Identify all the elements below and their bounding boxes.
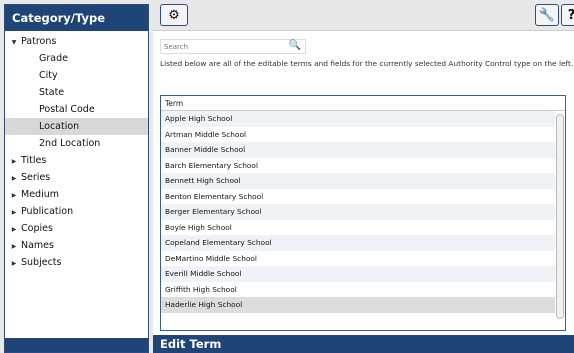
tree-item-medium[interactable]: ▶ Medium bbox=[5, 186, 148, 203]
category-sidebar: Category/Type ▼ Patrons Grade City State … bbox=[4, 4, 149, 353]
tree-item-label: City bbox=[39, 70, 58, 81]
help-icon: ? bbox=[568, 8, 574, 23]
chevron-down-icon[interactable]: ▼ bbox=[7, 34, 21, 51]
tree-item-label: Series bbox=[21, 172, 51, 183]
table-row[interactable]: Copeland Elementary School bbox=[161, 235, 555, 251]
tree-item-label: State bbox=[39, 87, 65, 98]
edit-term-header: Edit Term bbox=[153, 335, 574, 353]
chevron-right-icon[interactable]: ▶ bbox=[7, 255, 21, 272]
tree-item-series[interactable]: ▶ Series bbox=[5, 169, 148, 186]
search-box[interactable]: 🔍 bbox=[160, 39, 306, 54]
table-row[interactable]: Apple High School bbox=[161, 111, 555, 127]
table-row[interactable]: Barch Elementary School bbox=[161, 158, 555, 174]
tree-item-label: Postal Code bbox=[39, 104, 95, 115]
tree-item-label: Subjects bbox=[21, 257, 62, 268]
settings-button[interactable]: ⚙ bbox=[160, 4, 188, 26]
chevron-right-icon[interactable]: ▶ bbox=[7, 238, 21, 255]
tree-item-label: Publication bbox=[21, 206, 74, 217]
main-panel: 🔍 Listed below are all of the editable t… bbox=[153, 30, 574, 335]
tree-item-label: Patrons bbox=[21, 36, 57, 47]
table-row[interactable]: DeMartino Middle School bbox=[161, 251, 555, 267]
chevron-right-icon[interactable]: ▶ bbox=[7, 153, 21, 170]
tree-item-grade[interactable]: Grade bbox=[5, 50, 148, 67]
terms-list: Apple High School Artman Middle School B… bbox=[161, 111, 555, 313]
tree-item-label: Copies bbox=[21, 223, 53, 234]
sidebar-title: Category/Type bbox=[5, 5, 148, 31]
tree-item-titles[interactable]: ▶ Titles bbox=[5, 152, 148, 169]
chevron-right-icon[interactable]: ▶ bbox=[7, 204, 21, 221]
tree-item-label: 2nd Location bbox=[39, 138, 101, 149]
tree-item-2nd-location[interactable]: 2nd Location bbox=[5, 135, 148, 152]
wrench-icon: 🔧 bbox=[538, 7, 556, 23]
search-input[interactable] bbox=[161, 40, 286, 53]
table-row-selected[interactable]: Haderlie High School bbox=[161, 297, 555, 313]
tree-item-label: Location bbox=[39, 121, 80, 132]
description-text: Listed below are all of the editable ter… bbox=[160, 59, 574, 68]
tree-item-names[interactable]: ▶ Names bbox=[5, 237, 148, 254]
tree-item-copies[interactable]: ▶ Copies bbox=[5, 220, 148, 237]
tree-item-label: Names bbox=[21, 240, 54, 251]
tree-item-location[interactable]: Location bbox=[5, 118, 148, 135]
grid-scrollbar[interactable] bbox=[556, 114, 564, 319]
chevron-right-icon[interactable]: ▶ bbox=[7, 187, 21, 204]
search-icon[interactable]: 🔍 bbox=[289, 40, 301, 51]
tree-item-label: Titles bbox=[21, 155, 47, 166]
tree-item-label: Grade bbox=[39, 53, 68, 64]
tools-button[interactable]: 🔧 bbox=[535, 4, 559, 26]
table-row[interactable]: Griffith High School bbox=[161, 282, 555, 298]
chevron-right-icon[interactable]: ▶ bbox=[7, 221, 21, 238]
gear-icon: ⚙ bbox=[168, 7, 180, 23]
terms-grid: Term Apple High School Artman Middle Sch… bbox=[160, 95, 566, 331]
sidebar-footer bbox=[5, 338, 148, 352]
tree-item-state[interactable]: State bbox=[5, 84, 148, 101]
table-row[interactable]: Boyle High School bbox=[161, 220, 555, 236]
tree-item-publication[interactable]: ▶ Publication bbox=[5, 203, 148, 220]
help-button[interactable]: ? bbox=[561, 4, 574, 26]
tree-item-city[interactable]: City bbox=[5, 67, 148, 84]
table-row[interactable]: Berger Elementary School bbox=[161, 204, 555, 220]
tree-item-subjects[interactable]: ▶ Subjects bbox=[5, 254, 148, 271]
tree-item-patrons[interactable]: ▼ Patrons bbox=[5, 33, 148, 50]
chevron-right-icon[interactable]: ▶ bbox=[7, 170, 21, 187]
table-row[interactable]: Benton Elementary School bbox=[161, 189, 555, 205]
tree-item-label: Medium bbox=[21, 189, 59, 200]
table-row[interactable]: Bennett High School bbox=[161, 173, 555, 189]
table-row[interactable]: Banner Middle School bbox=[161, 142, 555, 158]
table-row[interactable]: Everill Middle School bbox=[161, 266, 555, 282]
category-tree: ▼ Patrons Grade City State Postal Code Lo… bbox=[5, 31, 148, 271]
table-row[interactable]: Artman Middle School bbox=[161, 127, 555, 143]
column-header-term[interactable]: Term bbox=[161, 96, 565, 111]
tree-item-postal-code[interactable]: Postal Code bbox=[5, 101, 148, 118]
